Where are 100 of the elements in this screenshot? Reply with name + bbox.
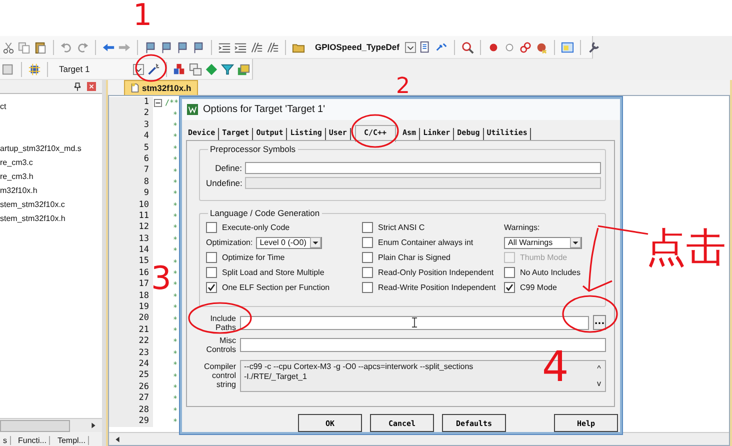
paste-icon[interactable] <box>34 40 47 54</box>
scroll-up-button[interactable]: ^ <box>597 364 601 373</box>
target-combo[interactable]: Target 1 <box>56 63 130 75</box>
checkbox[interactable] <box>504 282 515 294</box>
checkbox-label: Thumb Mode <box>520 253 568 262</box>
magnifier-icon[interactable] <box>461 40 474 54</box>
checkbox[interactable] <box>362 282 373 294</box>
ink-arrow <box>582 225 648 292</box>
dialog-title: Options for Target 'Target 1' <box>203 104 326 115</box>
line-number: 16 <box>109 268 153 280</box>
scissors-icon[interactable] <box>2 40 15 54</box>
grid-icon[interactable] <box>2 62 15 76</box>
funnel-icon[interactable] <box>221 62 234 76</box>
arrows-icon[interactable] <box>435 40 448 54</box>
checkbox[interactable] <box>362 237 373 248</box>
blocks-icon[interactable] <box>173 62 186 76</box>
redo-icon[interactable] <box>76 40 89 54</box>
dropdown[interactable]: Level 0 (-O0) <box>256 236 322 249</box>
tree-item[interactable]: stem_stm32f10x.h <box>0 212 102 226</box>
ball-icon[interactable] <box>535 40 548 54</box>
file-tab[interactable]: stm32f10x.h <box>124 80 198 95</box>
indent-icon[interactable] <box>218 40 231 54</box>
undo-icon[interactable] <box>60 40 73 54</box>
handwritten-note: 3 <box>151 262 172 294</box>
checkbox[interactable] <box>504 267 515 278</box>
panel-tab[interactable]: Templ... <box>54 436 90 444</box>
wrench-icon[interactable] <box>587 40 600 54</box>
text-cursor-icon <box>412 317 417 328</box>
checkbox-label: Split Load and Store Multiple <box>222 268 324 278</box>
checkbox-label: Optimize for Time <box>222 253 285 262</box>
caption: Warnings: <box>504 222 541 234</box>
windows-icon[interactable] <box>189 62 202 76</box>
checkbox[interactable] <box>206 267 217 278</box>
tree-item[interactable]: m32f10x.h <box>0 184 102 198</box>
checkbox[interactable] <box>362 267 373 278</box>
ink-circle <box>135 54 167 82</box>
lines-icon[interactable] <box>266 40 279 54</box>
field-label: Undefine: <box>206 178 242 188</box>
checkbox[interactable] <box>206 282 217 294</box>
pin-icon[interactable] <box>74 82 81 91</box>
text-field[interactable] <box>245 162 601 174</box>
line-number: 26 <box>109 382 153 394</box>
checkbox[interactable] <box>362 222 373 234</box>
tree-item[interactable]: stem_stm32f10x.c <box>0 198 102 212</box>
dropdown-button[interactable] <box>405 42 416 52</box>
tree-item[interactable]: re_cm3.h <box>0 170 102 184</box>
fold-icon[interactable] <box>154 98 162 107</box>
line-number: 21 <box>109 324 153 336</box>
group-title: Preprocessor Symbols <box>208 144 298 154</box>
compiler-string-line: -I./RTE/_Target_1 <box>244 372 308 382</box>
dropdown[interactable]: All Warnings <box>504 236 582 249</box>
stack-icon[interactable] <box>237 62 250 76</box>
checkbox[interactable] <box>206 252 217 264</box>
line-number: 24 <box>109 358 153 370</box>
browse-button[interactable]: ... <box>593 315 606 330</box>
field-label: Compiler control string <box>202 362 236 390</box>
line-number: 25 <box>109 370 153 382</box>
scrollbar-thumb[interactable] <box>0 420 70 432</box>
panel-tab[interactable]: s <box>0 436 11 444</box>
copy-icon[interactable] <box>18 40 31 54</box>
flag-icon[interactable] <box>160 40 173 54</box>
line-number: 13 <box>109 234 153 246</box>
handwritten-note: 2 <box>396 76 410 98</box>
flag-icon[interactable] <box>144 40 157 54</box>
diamond-icon[interactable] <box>205 62 218 76</box>
indent-icon[interactable] <box>234 40 247 54</box>
tree-item[interactable]: artup_stm32f10x_md.s <box>0 142 102 156</box>
scroll-down-button[interactable]: v <box>597 378 601 388</box>
line-number: 20 <box>109 313 153 325</box>
handwritten-note: 4 <box>542 346 569 388</box>
wand-icon[interactable] <box>147 62 160 76</box>
line-number: 4 <box>109 131 153 143</box>
chain-icon[interactable] <box>519 40 532 54</box>
checkbox-label: Plain Char is Signed <box>378 253 450 262</box>
checkbox-label: One ELF Section per Function <box>222 283 330 292</box>
line-number: 9 <box>109 188 153 200</box>
include-paths-field[interactable] <box>240 316 589 330</box>
panel-tab[interactable]: Functi... <box>15 436 50 444</box>
misc-controls-field[interactable] <box>240 338 606 352</box>
window-icon[interactable] <box>561 40 574 54</box>
checkbox[interactable] <box>362 252 373 264</box>
symbol-combo[interactable]: GPIOSpeed_TypeDef <box>312 41 402 53</box>
tree-item[interactable]: ct <box>0 100 102 114</box>
flag-icon[interactable] <box>192 40 205 54</box>
line-number: 19 <box>109 302 153 314</box>
field-label: Define: <box>214 162 242 173</box>
group-title: Language / Code Generation <box>208 208 322 218</box>
tree-item[interactable]: re_cm3.c <box>0 156 102 170</box>
flag-icon[interactable] <box>176 40 189 54</box>
line-number: 15 <box>109 256 153 268</box>
close-icon[interactable] <box>87 82 96 91</box>
ink-circle <box>188 302 252 334</box>
scroll-left-icon[interactable] <box>113 434 122 444</box>
checkbox-label: Strict ANSI C <box>378 223 425 232</box>
scroll-right-icon[interactable] <box>89 421 98 430</box>
checkbox-label: Read-Write Position Independent <box>378 283 496 292</box>
chip-icon[interactable] <box>28 62 41 76</box>
lines-icon[interactable] <box>250 40 263 54</box>
line-number: 3 <box>109 120 153 132</box>
checkbox[interactable] <box>206 222 217 234</box>
